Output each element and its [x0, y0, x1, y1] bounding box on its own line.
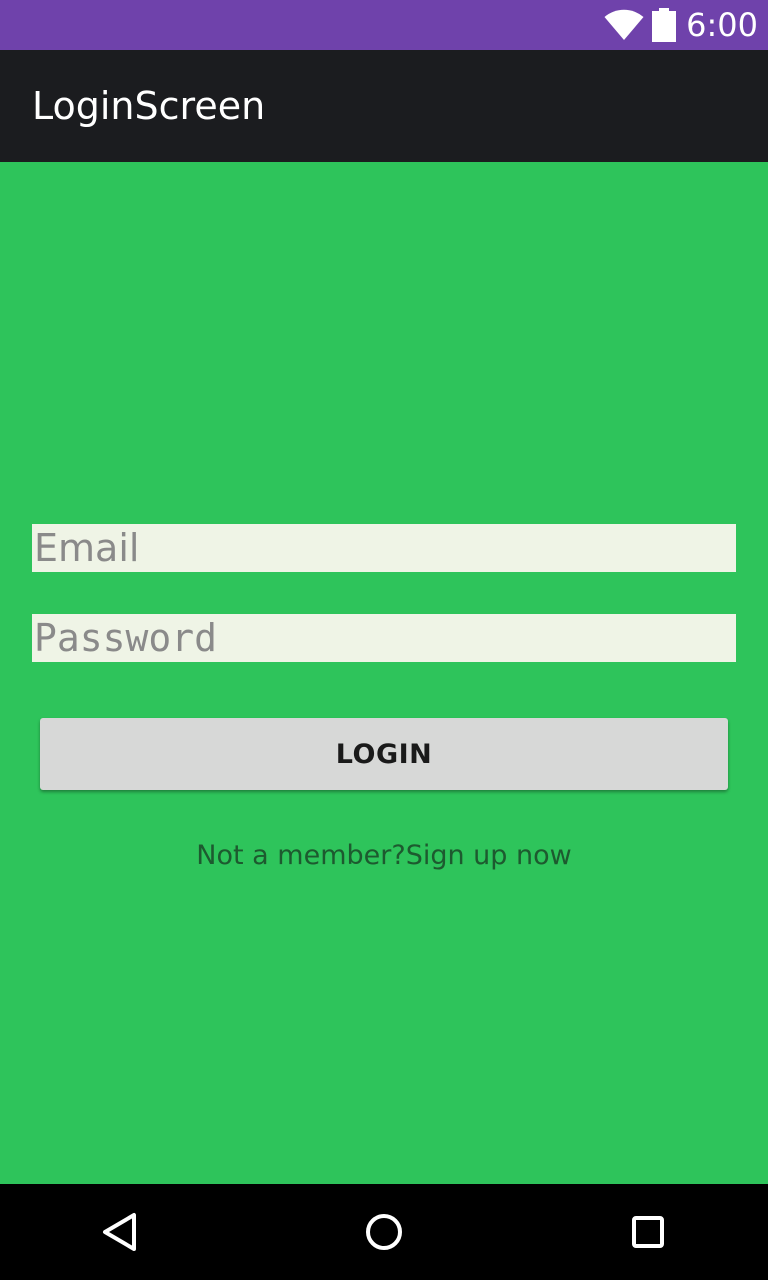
- status-icons: 6:00: [604, 0, 758, 50]
- app-bar: LoginScreen: [0, 50, 768, 162]
- recent-apps-icon[interactable]: [624, 1208, 672, 1256]
- back-icon[interactable]: [96, 1208, 144, 1256]
- battery-icon: [652, 8, 677, 42]
- password-field[interactable]: [32, 614, 736, 662]
- login-button[interactable]: LOGIN: [40, 718, 728, 790]
- signup-link[interactable]: Not a member?Sign up now: [0, 840, 768, 871]
- status-time: 6:00: [686, 6, 758, 44]
- page-title: LoginScreen: [32, 84, 266, 128]
- login-form: LOGIN Not a member?Sign up now: [0, 162, 768, 1184]
- home-icon[interactable]: [360, 1208, 408, 1256]
- email-field[interactable]: [32, 524, 736, 572]
- navigation-bar: [0, 1184, 768, 1280]
- wifi-icon: [604, 9, 644, 41]
- status-bar: 6:00: [0, 0, 768, 50]
